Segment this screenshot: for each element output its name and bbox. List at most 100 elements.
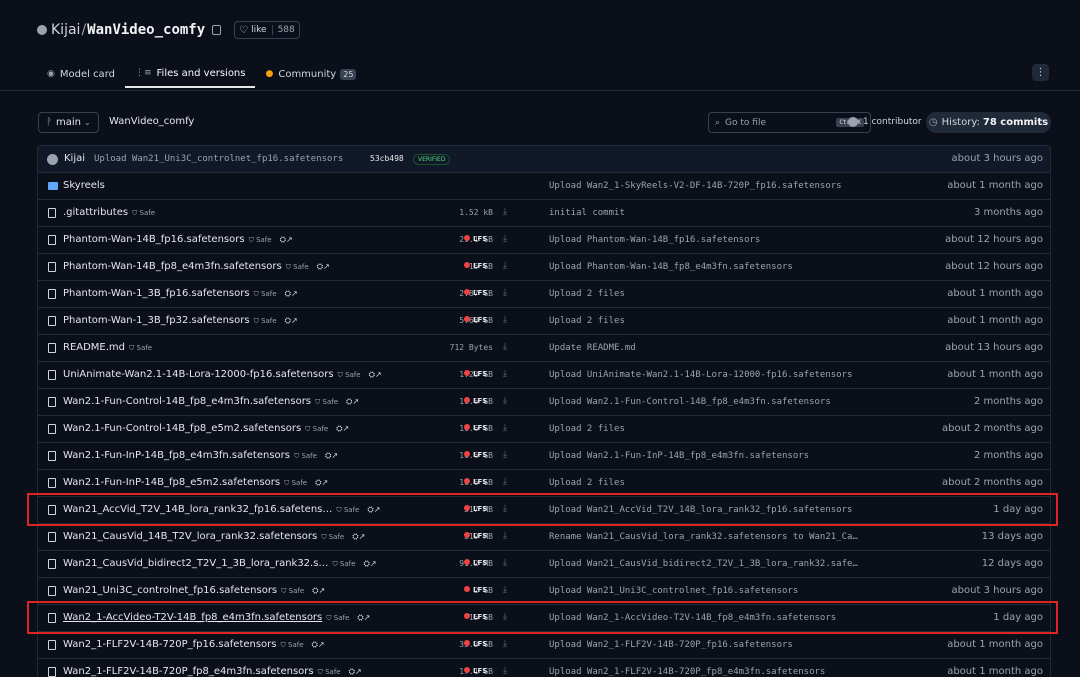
- download-icon[interactable]: ⤓: [503, 234, 507, 244]
- file-commit-message[interactable]: Upload Wan2.1-Fun-Control-14B_fp8_e4m3fn…: [549, 397, 831, 407]
- file-commit-message[interactable]: Upload Wan2_1-FLF2V-14B-720P_fp8_e4m3fn.…: [549, 667, 825, 677]
- org-link[interactable]: Kijai: [51, 22, 80, 38]
- download-icon[interactable]: ⤓: [503, 288, 507, 298]
- contributors-link[interactable]: 1 contributor: [848, 117, 922, 127]
- file-row[interactable]: Phantom-Wan-14B_fp16.safetensors ⛉ Safe ⛭↗…: [38, 227, 1050, 254]
- file-commit-message[interactable]: Upload Wan21_AccVid_T2V_14B_lora_rank32_…: [549, 505, 852, 515]
- safe-badge[interactable]: ⛉ Safe: [281, 587, 304, 595]
- external-link-icon[interactable]: ⛭↗: [312, 586, 325, 595]
- file-name-link[interactable]: Phantom-Wan-1_3B_fp16.safetensors: [63, 288, 250, 299]
- safe-badge[interactable]: ⛉ Safe: [286, 263, 309, 271]
- file-commit-message[interactable]: Upload 2 files: [549, 424, 625, 434]
- file-row[interactable]: Wan2.1-Fun-InP-14B_fp8_e4m3fn.safetensor…: [38, 443, 1050, 470]
- file-name-link[interactable]: .gitattributes: [63, 207, 128, 218]
- file-row[interactable]: Phantom-Wan-14B_fp8_e4m3fn.safetensors ⛉ …: [38, 254, 1050, 281]
- safe-badge[interactable]: ⛉ Safe: [249, 236, 272, 244]
- file-row[interactable]: Skyreels Upload Wan2_1-SkyReels-V2-DF-14B…: [38, 173, 1050, 200]
- file-commit-message[interactable]: Update README.md: [549, 343, 636, 353]
- repo-name-link[interactable]: WanVideo_comfy: [87, 22, 205, 38]
- safe-badge[interactable]: ⛉ Safe: [254, 317, 277, 325]
- file-name-link[interactable]: Phantom-Wan-14B_fp16.safetensors: [63, 234, 245, 245]
- file-row[interactable]: UniAnimate-Wan2.1-14B-Lora-12000-fp16.sa…: [38, 362, 1050, 389]
- external-link-icon[interactable]: ⛭↗: [369, 370, 382, 379]
- file-name-link[interactable]: Phantom-Wan-14B_fp8_e4m3fn.safetensors: [63, 261, 282, 272]
- download-icon[interactable]: ⤓: [503, 369, 507, 379]
- file-name-link[interactable]: Wan2.1-Fun-InP-14B_fp8_e5m2.safetensors: [63, 477, 280, 488]
- safe-badge[interactable]: ⛉ Safe: [129, 344, 152, 352]
- branch-selector[interactable]: ᚹ main ⌄: [38, 112, 99, 133]
- file-name-link[interactable]: README.md: [63, 342, 125, 353]
- like-button[interactable]: ♡ like 588: [234, 21, 300, 39]
- file-row[interactable]: Wan2.1-Fun-InP-14B_fp8_e5m2.safetensors ⛉…: [38, 470, 1050, 497]
- file-commit-message[interactable]: Upload Phantom-Wan-14B_fp8_e4m3fn.safete…: [549, 262, 793, 272]
- file-commit-message[interactable]: Rename Wan21_CausVid_lora_rank32.safeten…: [549, 532, 858, 542]
- external-link-icon[interactable]: ⛭↗: [357, 613, 370, 622]
- file-name-link[interactable]: UniAnimate-Wan2.1-14B-Lora-12000-fp16.sa…: [63, 369, 334, 380]
- file-name-link[interactable]: Phantom-Wan-1_3B_fp32.safetensors: [63, 315, 250, 326]
- file-commit-message[interactable]: Upload Phantom-Wan-14B_fp16.safetensors: [549, 235, 760, 245]
- file-commit-message[interactable]: Upload 2 files: [549, 289, 625, 299]
- external-link-icon[interactable]: ⛭↗: [367, 505, 380, 514]
- file-row[interactable]: Wan21_CausVid_14B_T2V_lora_rank32.safete…: [38, 524, 1050, 551]
- external-link-icon[interactable]: ⛭↗: [285, 316, 298, 325]
- file-commit-message[interactable]: Upload UniAnimate-Wan2.1-14B-Lora-12000-…: [549, 370, 852, 380]
- tab-community[interactable]: ● Community 25: [255, 60, 366, 88]
- download-icon[interactable]: ⤓: [503, 423, 507, 433]
- download-icon[interactable]: ⤓: [503, 531, 507, 541]
- safe-badge[interactable]: ⛉ Safe: [254, 290, 277, 298]
- file-row[interactable]: Wan2_1-FLF2V-14B-720P_fp8_e4m3fn.safeten…: [38, 659, 1050, 677]
- file-name-link[interactable]: Wan2.1-Fun-Control-14B_fp8_e4m3fn.safete…: [63, 396, 311, 407]
- download-icon[interactable]: ⤓: [503, 477, 507, 487]
- external-link-icon[interactable]: ⛭↗: [363, 559, 376, 568]
- safe-badge[interactable]: ⛉ Safe: [294, 452, 317, 460]
- download-icon[interactable]: ⤓: [503, 666, 507, 676]
- file-name-link[interactable]: Skyreels: [63, 180, 105, 191]
- download-icon[interactable]: ⤓: [503, 639, 507, 649]
- safe-badge[interactable]: ⛉ Safe: [326, 614, 349, 622]
- external-link-icon[interactable]: ⛭↗: [285, 289, 298, 298]
- file-commit-message[interactable]: Upload Wan21_Uni3C_controlnet_fp16.safet…: [549, 586, 798, 596]
- download-icon[interactable]: ⤓: [503, 612, 507, 622]
- safe-badge[interactable]: ⛉ Safe: [315, 398, 338, 406]
- breadcrumb[interactable]: WanVideo_comfy: [109, 116, 194, 127]
- history-button[interactable]: ◷ History: 78 commits: [926, 112, 1051, 133]
- external-link-icon[interactable]: ⛭↗: [315, 478, 328, 487]
- external-link-icon[interactable]: ⛭↗: [346, 397, 359, 406]
- download-icon[interactable]: ⤓: [503, 450, 507, 460]
- file-name-link[interactable]: Wan2_1-AccVideo-T2V-14B_fp8_e4m3fn.safet…: [63, 612, 322, 623]
- safe-badge[interactable]: ⛉ Safe: [132, 209, 155, 217]
- file-row[interactable]: Wan21_AccVid_T2V_14B_lora_rank32_fp16.sa…: [38, 497, 1050, 524]
- file-row[interactable]: Wan21_Uni3C_controlnet_fp16.safetensors ⛉…: [38, 578, 1050, 605]
- download-icon[interactable]: ⤓: [503, 504, 507, 514]
- go-to-file-input[interactable]: ⌕ Go to file Ctrl+K: [708, 112, 871, 133]
- file-name-link[interactable]: Wan2_1-FLF2V-14B-720P_fp16.safetensors: [63, 639, 277, 650]
- file-row[interactable]: Wan2_1-FLF2V-14B-720P_fp16.safetensors ⛉ …: [38, 632, 1050, 659]
- download-icon[interactable]: ⤓: [503, 315, 507, 325]
- commit-message[interactable]: Upload Wan21_Uni3C_controlnet_fp16.safet…: [94, 154, 343, 164]
- file-row[interactable]: .gitattributes ⛉ Safe 1.52 kB ⤓ initial comm…: [38, 200, 1050, 227]
- download-icon[interactable]: ⤓: [503, 207, 507, 217]
- file-name-link[interactable]: Wan21_AccVid_T2V_14B_lora_rank32_fp16.sa…: [63, 504, 332, 515]
- file-name-link[interactable]: Wan2.1-Fun-Control-14B_fp8_e5m2.safetens…: [63, 423, 301, 434]
- file-name-link[interactable]: Wan21_CausVid_14B_T2V_lora_rank32.safete…: [63, 531, 317, 542]
- safe-badge[interactable]: ⛉ Safe: [281, 641, 304, 649]
- file-commit-message[interactable]: Upload 2 files: [549, 478, 625, 488]
- tab-model-card[interactable]: ◉ Model card: [37, 60, 125, 88]
- file-row[interactable]: README.md ⛉ Safe 712 Bytes ⤓ Update README.m…: [38, 335, 1050, 362]
- file-commit-message[interactable]: Upload 2 files: [549, 316, 625, 326]
- file-name-link[interactable]: Wan21_CausVid_bidirect2_T2V_1_3B_lora_ra…: [63, 558, 328, 569]
- file-row[interactable]: Wan2.1-Fun-Control-14B_fp8_e5m2.safetens…: [38, 416, 1050, 443]
- external-link-icon[interactable]: ⛭↗: [312, 640, 325, 649]
- file-name-link[interactable]: Wan2.1-Fun-InP-14B_fp8_e4m3fn.safetensor…: [63, 450, 290, 461]
- file-commit-message[interactable]: initial commit: [549, 208, 625, 218]
- download-icon[interactable]: ⤓: [503, 585, 507, 595]
- external-link-icon[interactable]: ⛭↗: [336, 424, 349, 433]
- file-row[interactable]: Phantom-Wan-1_3B_fp16.safetensors ⛉ Safe ⛭…: [38, 281, 1050, 308]
- file-name-link[interactable]: Wan2_1-FLF2V-14B-720P_fp8_e4m3fn.safeten…: [63, 666, 314, 677]
- file-commit-message[interactable]: Upload Wan2_1-FLF2V-14B-720P_fp16.safete…: [549, 640, 793, 650]
- safe-badge[interactable]: ⛉ Safe: [318, 668, 341, 676]
- safe-badge[interactable]: ⛉ Safe: [321, 533, 344, 541]
- download-icon[interactable]: ⤓: [503, 261, 507, 271]
- external-link-icon[interactable]: ⛭↗: [325, 451, 338, 460]
- safe-badge[interactable]: ⛉ Safe: [305, 425, 328, 433]
